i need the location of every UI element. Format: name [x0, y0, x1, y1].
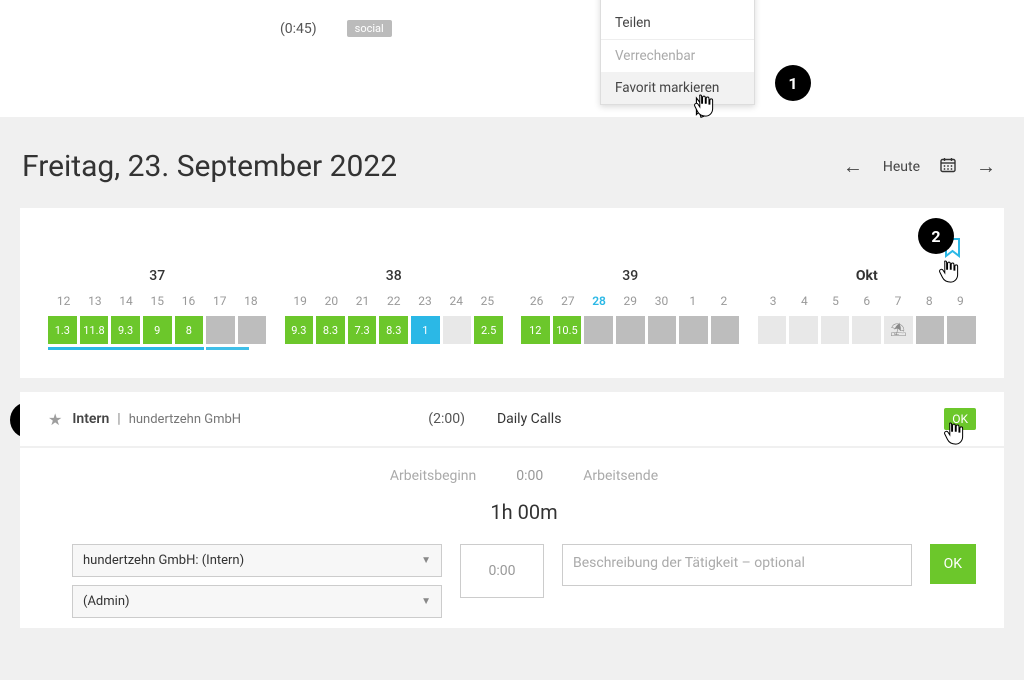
day-number[interactable]: 2 [708, 294, 739, 316]
day-number[interactable]: 20 [316, 294, 347, 316]
day-cell[interactable] [206, 316, 235, 344]
day-cell[interactable] [679, 316, 708, 344]
week-label: 38 [285, 268, 504, 284]
day-cell[interactable] [238, 316, 267, 344]
day-cell[interactable] [852, 316, 881, 344]
day-number[interactable]: 4 [789, 294, 820, 316]
day-cell[interactable]: 9.3 [285, 316, 314, 344]
calendar-icon[interactable] [940, 157, 956, 177]
week-label: 39 [521, 268, 740, 284]
new-entry-form: Arbeitsbeginn 0:00 Arbeitsende 1h 00m hu… [20, 448, 1004, 628]
hand-cursor-icon [692, 92, 714, 120]
day-number[interactable]: 16 [173, 294, 204, 316]
day-number[interactable]: 18 [235, 294, 266, 316]
day-cell[interactable]: 8.3 [379, 316, 408, 344]
day-cell[interactable] [616, 316, 645, 344]
entry-time: (0:45) [280, 21, 317, 37]
day-number[interactable]: 25 [472, 294, 503, 316]
hand-cursor-icon [942, 420, 964, 448]
day-number[interactable]: 21 [347, 294, 378, 316]
day-cell[interactable]: 8 [175, 316, 204, 344]
week-label: 37 [48, 268, 267, 284]
day-number[interactable]: 17 [204, 294, 235, 316]
duration-display: 1h 00m [72, 500, 976, 524]
day-cell[interactable]: 2.5 [474, 316, 503, 344]
work-start-value[interactable]: 0:00 [516, 468, 543, 484]
time-entry-row[interactable]: ★ Intern | hundertzehn GmbH (2:00) Daily… [20, 392, 1004, 446]
day-cell[interactable] [758, 316, 787, 344]
today-button[interactable]: Heute [883, 159, 920, 175]
next-arrow-icon[interactable]: → [976, 154, 996, 179]
prev-arrow-icon[interactable]: ← [843, 154, 863, 179]
entry-company: hundertzehn GmbH [129, 412, 241, 427]
day-number[interactable]: 7 [882, 294, 913, 316]
day-number[interactable]: 26 [521, 294, 552, 316]
day-number[interactable]: 27 [552, 294, 583, 316]
progress-underline [48, 347, 267, 350]
day-cell[interactable]: 1 [411, 316, 440, 344]
chevron-down-icon: ▼ [421, 596, 431, 607]
time-input[interactable]: 0:00 [460, 544, 544, 598]
day-cell[interactable] [711, 316, 740, 344]
day-number[interactable]: 19 [285, 294, 316, 316]
day-number[interactable]: 9 [945, 294, 976, 316]
vacation-icon[interactable]: ⛱ [884, 316, 913, 344]
description-input[interactable]: Beschreibung der Tätigkeit – optional [562, 544, 912, 586]
day-cell[interactable]: 8.3 [316, 316, 345, 344]
day-number[interactable]: 29 [615, 294, 646, 316]
tag-social: social [347, 20, 392, 37]
page-title: Freitag, 23. September 2022 [22, 149, 397, 184]
day-number[interactable]: 1 [677, 294, 708, 316]
day-cell[interactable]: 9.3 [111, 316, 140, 344]
hand-cursor-icon [937, 258, 959, 286]
day-cell[interactable]: 11.8 [80, 316, 109, 344]
day-number[interactable]: 15 [142, 294, 173, 316]
day-number[interactable]: 8 [914, 294, 945, 316]
context-menu: Verschieben Teilen Verrechenbar Favorit … [600, 0, 755, 105]
menu-item-favorit[interactable]: Favorit markieren [601, 72, 754, 104]
day-cell[interactable] [947, 316, 976, 344]
day-cell[interactable] [443, 316, 472, 344]
menu-item-verrechenbar[interactable]: Verrechenbar [601, 40, 754, 72]
day-cell[interactable]: 12 [521, 316, 550, 344]
day-cell[interactable] [789, 316, 818, 344]
menu-item-teilen[interactable]: Teilen [601, 7, 754, 39]
calendar-card: 2 37121314151617181.311.89.3983819202122… [20, 208, 1004, 378]
day-cell[interactable]: 1.3 [48, 316, 77, 344]
day-cell[interactable] [916, 316, 945, 344]
day-number[interactable]: 28 [583, 294, 614, 316]
day-number[interactable]: 30 [646, 294, 677, 316]
entry-duration: (2:00) [428, 411, 465, 427]
day-cell[interactable] [821, 316, 850, 344]
star-icon[interactable]: ★ [48, 410, 62, 429]
task-select[interactable]: (Admin)▼ [72, 585, 442, 618]
entry-project: Intern [72, 411, 109, 427]
chevron-down-icon: ▼ [421, 555, 431, 566]
day-cell[interactable]: 9 [143, 316, 172, 344]
entry-description: Daily Calls [497, 411, 757, 427]
ok-button[interactable]: OK [930, 544, 976, 584]
day-number[interactable]: 14 [110, 294, 141, 316]
day-number[interactable]: 5 [820, 294, 851, 316]
day-number[interactable]: 23 [409, 294, 440, 316]
work-end-label: Arbeitsende [583, 468, 658, 484]
day-cell[interactable]: 7.3 [348, 316, 377, 344]
day-number[interactable]: 3 [758, 294, 789, 316]
day-cell[interactable] [648, 316, 677, 344]
annotation-badge-2: 2 [918, 218, 954, 254]
menu-item-verschieben[interactable]: Verschieben [601, 0, 754, 7]
project-select[interactable]: hundertzehn GmbH: (Intern)▼ [72, 544, 442, 577]
day-number[interactable]: 6 [851, 294, 882, 316]
day-cell[interactable]: 10.5 [553, 316, 582, 344]
day-number[interactable]: 22 [378, 294, 409, 316]
day-number[interactable]: 13 [79, 294, 110, 316]
day-number[interactable]: 12 [48, 294, 79, 316]
work-start-label: Arbeitsbeginn [390, 468, 476, 484]
day-cell[interactable] [584, 316, 613, 344]
annotation-badge-1: 1 [775, 65, 811, 101]
day-number[interactable]: 24 [441, 294, 472, 316]
